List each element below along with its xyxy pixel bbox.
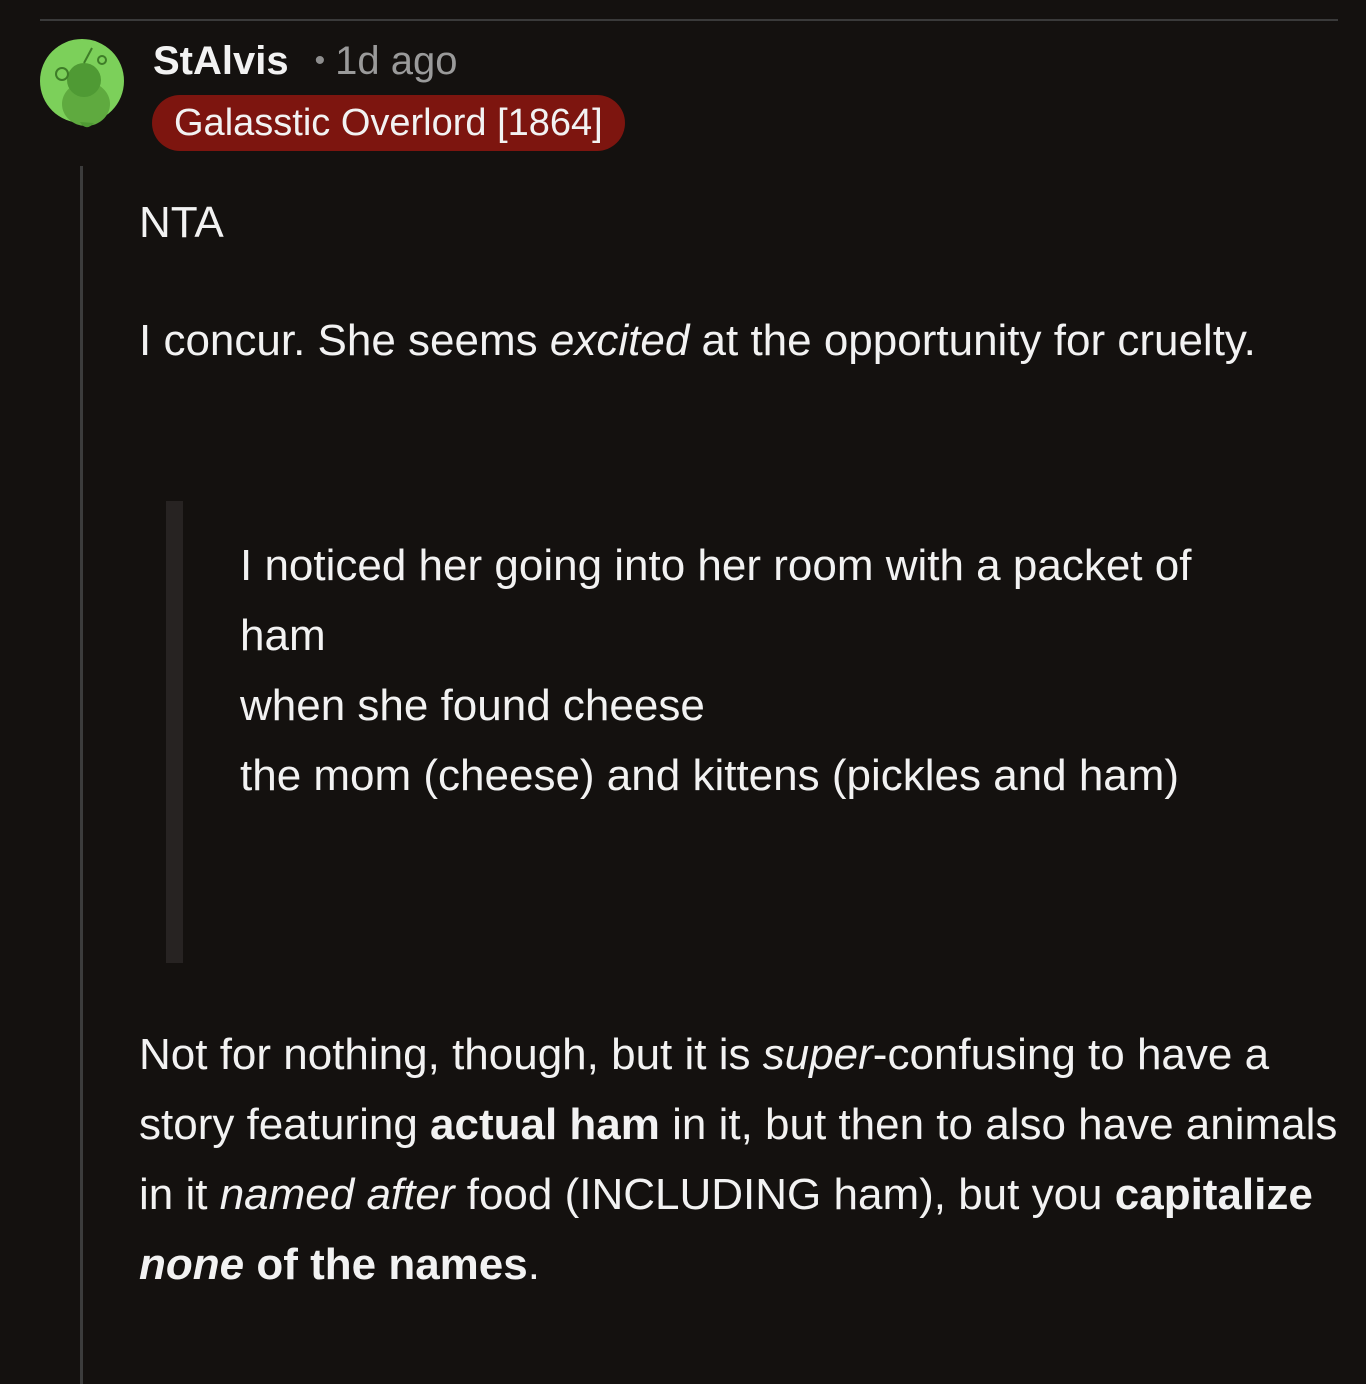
text-span: . — [527, 1240, 540, 1289]
bold-text: capitalize — [1114, 1170, 1313, 1219]
snoo-avatar-icon — [40, 39, 124, 128]
top-divider — [40, 19, 1338, 21]
thread-collapse-line[interactable] — [80, 166, 83, 1384]
quote-line: I noticed her going into her room with a… — [240, 541, 1192, 660]
text-span: food (INCLUDING ham), but you — [454, 1170, 1115, 1219]
comment-page: StAlvis • 1d ago Galasstic Overlord [1864]… — [0, 0, 1366, 1384]
quote-line: the mom (cheese) and kittens (pickles an… — [240, 751, 1180, 800]
blockquote: I noticed her going into her room with a… — [166, 501, 1266, 963]
text-span: Not for nothing, though, but it is — [139, 1030, 763, 1079]
comment-header: StAlvis • 1d ago — [153, 38, 457, 84]
italic-text: excited — [549, 316, 690, 365]
user-flair-badge: Galasstic Overlord [1864] — [152, 95, 625, 151]
bold-italic-text: none — [139, 1240, 245, 1289]
bold-text: actual ham — [430, 1100, 660, 1149]
blockquote-bar — [166, 501, 183, 963]
italic-text: super — [762, 1030, 873, 1079]
bold-text: of the names — [244, 1240, 528, 1289]
text-span: at the opportunity for cruelty. — [689, 316, 1256, 365]
timestamp[interactable]: 1d ago — [335, 39, 457, 83]
blockquote-text: I noticed her going into her room with a… — [240, 531, 1240, 811]
text-span: I concur. She seems — [139, 316, 550, 365]
comment-paragraph: I concur. She seems excited at the oppor… — [139, 306, 1329, 376]
avatar[interactable] — [40, 26, 124, 136]
italic-text: named after — [219, 1170, 455, 1219]
username-link[interactable]: StAlvis — [153, 39, 289, 83]
comment-paragraph: Not for nothing, though, but it is super… — [139, 1020, 1339, 1300]
comment-verdict: NTA — [139, 198, 224, 247]
quote-line: when she found cheese — [240, 681, 705, 730]
separator-dot: • — [314, 44, 326, 77]
